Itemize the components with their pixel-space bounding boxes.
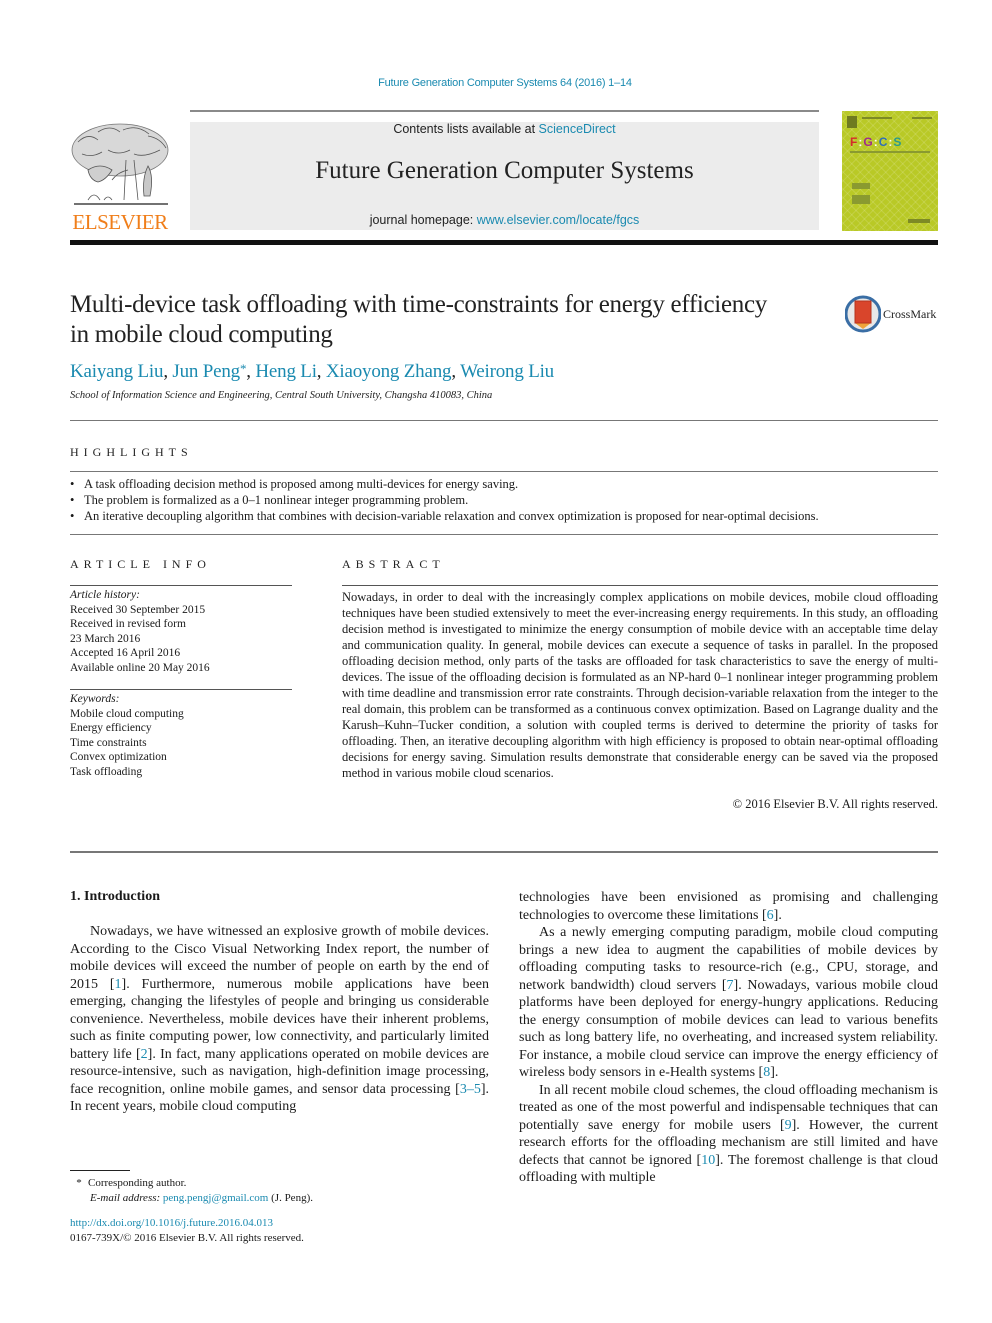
highlight-text: A task offloading decision method is pro… xyxy=(84,477,519,491)
cover-subtitle-line xyxy=(850,151,930,153)
email-link[interactable]: peng.pengj@gmail.com xyxy=(163,1192,268,1204)
doi-block: http://dx.doi.org/10.1016/j.future.2016.… xyxy=(70,1216,304,1246)
journal-title: Future Generation Computer Systems xyxy=(315,157,694,184)
sciencedirect-link[interactable]: ScienceDirect xyxy=(539,122,616,136)
history-entry: Received 30 September 2015 xyxy=(70,603,206,616)
author-link[interactable]: Jun Peng xyxy=(172,361,240,382)
body-column-right: technologies have been envisioned as pro… xyxy=(519,889,938,1187)
cover-text-line xyxy=(862,117,892,119)
article-info-heading: ARTICLE INFO xyxy=(70,557,211,571)
highlight-text: An iterative decoupling algorithm that c… xyxy=(84,509,819,523)
header-rule xyxy=(190,110,819,112)
cover-logo-icon xyxy=(847,116,857,128)
highlight-item: • A task offloading decision method is pr… xyxy=(70,476,940,492)
cover-text-line xyxy=(912,117,932,119)
bullet-icon: • xyxy=(70,477,75,491)
abstract-heading: ABSTRACT xyxy=(342,557,445,571)
body-paragraph: As a newly emerging computing paradigm, … xyxy=(519,925,938,1080)
citation-link[interactable]: 9 xyxy=(785,1118,792,1133)
citation-link[interactable]: 8 xyxy=(763,1065,770,1080)
crossmark-badge[interactable]: CrossMark xyxy=(844,295,940,335)
contents-line: Contents lists available at ScienceDirec… xyxy=(190,122,819,136)
body-paragraph: Nowadays, we have witnessed an explosive… xyxy=(70,924,490,1114)
highlights-list: • A task offloading decision method is pr… xyxy=(70,476,940,524)
keyword[interactable]: Mobile cloud computing xyxy=(70,707,292,722)
affiliation: School of Information Science and Engine… xyxy=(70,390,493,401)
history-entry: 23 March 2016 xyxy=(70,632,141,645)
issn-copyright: 0167-739X/© 2016 Elsevier B.V. All right… xyxy=(70,1232,304,1244)
footnote-star: * xyxy=(76,1177,82,1189)
email-label: E-mail address: xyxy=(90,1192,161,1204)
footnote-rule xyxy=(70,1170,130,1171)
highlight-item: • The problem is formalized as a 0–1 nonl… xyxy=(70,492,940,508)
divider xyxy=(70,585,292,586)
cover-title: F:G:C:S xyxy=(850,135,903,149)
bullet-icon: • xyxy=(70,509,75,523)
author-link[interactable]: Weirong Liu xyxy=(460,361,554,382)
citation-link[interactable]: 3–5 xyxy=(460,1082,481,1097)
cover-text-block xyxy=(908,219,930,223)
keywords: Keywords: Mobile cloud computing Energy … xyxy=(70,692,292,779)
crossmark-label: CrossMark xyxy=(883,307,937,321)
history-entry: Available online 20 May 2016 xyxy=(70,661,210,674)
header-thick-rule xyxy=(70,240,938,245)
abstract-copyright: © 2016 Elsevier B.V. All rights reserved… xyxy=(732,797,938,811)
divider xyxy=(70,420,938,421)
highlights-heading: HIGHLIGHTS xyxy=(70,445,193,459)
crossmark-icon xyxy=(844,295,882,333)
cover-text-block xyxy=(852,195,870,204)
keyword[interactable]: Convex optimization xyxy=(70,750,292,765)
section-heading-introduction: 1. Introduction xyxy=(70,889,160,904)
corresponding-author-note: * Corresponding author. xyxy=(70,1176,490,1191)
article-history: Article history: Received 30 September 2… xyxy=(70,588,292,675)
citation-link[interactable]: 6 xyxy=(767,908,774,923)
body-paragraph: In all recent mobile cloud schemes, the … xyxy=(519,1082,939,1186)
citation-link[interactable]: 2 xyxy=(141,1047,148,1062)
body-column-left: Nowadays, we have witnessed an explosive… xyxy=(70,923,489,1116)
cover-text-block xyxy=(852,183,870,189)
author-link[interactable]: Xiaoyong Zhang xyxy=(326,361,452,382)
homepage-line: journal homepage: www.elsevier.com/locat… xyxy=(190,213,819,227)
tree-icon xyxy=(71,123,169,205)
divider xyxy=(70,534,938,535)
doi-link[interactable]: http://dx.doi.org/10.1016/j.future.2016.… xyxy=(70,1217,273,1229)
author-link[interactable]: Heng Li xyxy=(255,361,317,382)
author-link[interactable]: Kaiyang Liu xyxy=(70,361,164,382)
divider xyxy=(342,585,938,586)
highlight-item: • An iterative decoupling algorithm that … xyxy=(70,508,940,524)
citation-link[interactable]: 10 xyxy=(701,1153,715,1168)
bullet-icon: • xyxy=(70,493,75,507)
divider xyxy=(70,689,292,690)
keyword[interactable]: Task offloading xyxy=(70,765,292,780)
keywords-label: Keywords: xyxy=(70,693,120,705)
contents-prefix: Contents lists available at xyxy=(393,122,539,136)
homepage-prefix: journal homepage: xyxy=(369,213,477,227)
citation-link[interactable]: 1 xyxy=(115,977,122,992)
highlight-text: The problem is formalized as a 0–1 nonli… xyxy=(84,493,469,507)
corresponding-author-text: Corresponding author. xyxy=(88,1177,187,1189)
history-entry: Accepted 16 April 2016 xyxy=(70,647,181,659)
author-separator: , xyxy=(451,361,461,382)
elsevier-wordmark: ELSEVIER xyxy=(72,210,168,234)
article-title: Multi-device task offloading with time-c… xyxy=(70,291,767,348)
keyword[interactable]: Time constraints xyxy=(70,736,292,751)
citation-link[interactable]: 7 xyxy=(727,978,734,993)
author-list: Kaiyang Liu, Jun Peng*, Heng Li, Xiaoyon… xyxy=(70,361,554,383)
author-separator: , xyxy=(316,361,326,382)
journal-cover-thumbnail[interactable]: F:G:C:S xyxy=(842,111,938,231)
email-note: E-mail address: peng.pengj@gmail.com (J.… xyxy=(70,1191,490,1206)
footnotes: * Corresponding author. E-mail address: p… xyxy=(70,1176,490,1206)
article-history-label: Article history: xyxy=(70,589,140,601)
journal-reference[interactable]: Future Generation Computer Systems 64 (2… xyxy=(0,77,992,89)
keyword[interactable]: Energy efficiency xyxy=(70,721,292,736)
divider xyxy=(70,851,938,853)
journal-homepage-link[interactable]: www.elsevier.com/locate/fgcs xyxy=(477,213,640,227)
divider xyxy=(70,471,938,472)
history-entry: Received in revised form xyxy=(70,618,186,630)
body-paragraph: technologies have been envisioned as pro… xyxy=(519,890,938,923)
abstract-text: Nowadays, in order to deal with the incr… xyxy=(342,590,938,780)
email-suffix: (J. Peng). xyxy=(268,1192,313,1204)
